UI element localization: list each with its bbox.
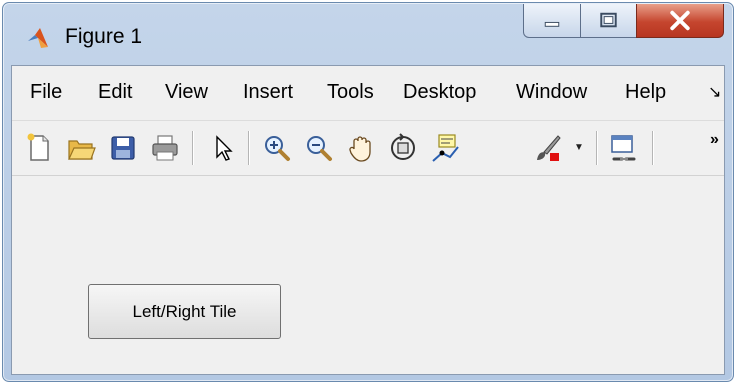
close-button[interactable]	[636, 4, 724, 38]
minimize-icon	[544, 21, 560, 27]
menu-view[interactable]: View	[165, 81, 208, 104]
minimize-button[interactable]	[523, 4, 581, 38]
zoom-out-icon[interactable]	[304, 133, 334, 163]
figure-client-area: File Edit View Insert Tools Desktop Wind…	[11, 65, 725, 375]
figure-toolbar: ▼ »	[12, 120, 724, 176]
title-bar[interactable]: Figure 1	[3, 3, 733, 65]
menu-tools[interactable]: Tools	[327, 81, 374, 104]
toolbar-separator	[248, 131, 249, 165]
new-figure-icon[interactable]	[24, 133, 54, 163]
print-icon[interactable]	[150, 133, 180, 163]
menu-help[interactable]: Help	[625, 81, 666, 104]
menu-bar: File Edit View Insert Tools Desktop Wind…	[12, 66, 724, 120]
menu-file[interactable]: File	[30, 81, 62, 104]
toolbar-overflow-icon[interactable]: »	[710, 131, 719, 149]
menu-window[interactable]: Window	[516, 81, 587, 104]
left-right-tile-button[interactable]: Left/Right Tile	[88, 284, 281, 339]
menu-overflow-icon[interactable]: ↘	[708, 82, 721, 102]
save-icon[interactable]	[108, 133, 138, 163]
pan-icon[interactable]	[346, 133, 376, 163]
maximize-icon	[600, 12, 617, 28]
close-icon	[670, 10, 690, 31]
data-cursor-icon[interactable]	[430, 133, 460, 163]
brush-dropdown-icon[interactable]: ▼	[574, 142, 584, 153]
open-file-icon[interactable]	[66, 133, 96, 163]
maximize-button[interactable]	[580, 4, 637, 38]
toolbar-separator	[596, 131, 597, 165]
edit-plot-icon[interactable]	[208, 133, 238, 163]
menu-insert[interactable]: Insert	[243, 81, 293, 104]
toolbar-separator	[652, 131, 653, 165]
matlab-logo-icon	[27, 27, 49, 49]
menu-desktop[interactable]: Desktop	[403, 81, 476, 104]
menu-edit[interactable]: Edit	[98, 81, 132, 104]
rotate-3d-icon[interactable]	[388, 133, 418, 163]
link-plot-icon[interactable]	[608, 133, 638, 163]
window-title: Figure 1	[65, 25, 143, 48]
toolbar-separator	[192, 131, 193, 165]
zoom-in-icon[interactable]	[262, 133, 292, 163]
brush-icon[interactable]	[532, 133, 562, 163]
figure-window: Figure 1 File Edit View Insert Tools Des…	[2, 2, 734, 382]
